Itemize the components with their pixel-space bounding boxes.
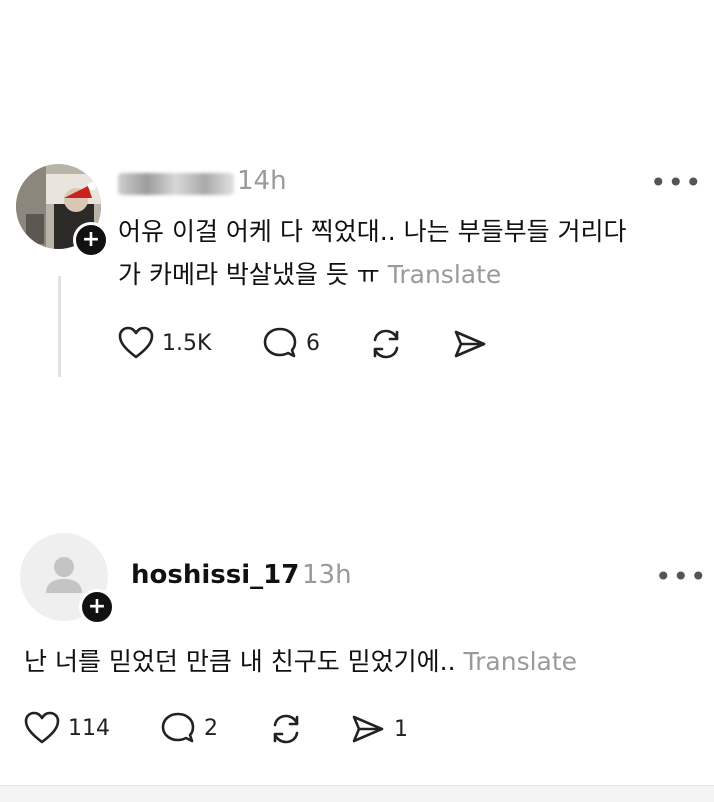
comment-button[interactable]: 6 bbox=[262, 326, 320, 360]
repost-button[interactable] bbox=[368, 326, 404, 362]
more-options-icon[interactable]: ••• bbox=[650, 166, 703, 199]
post-time: 13h bbox=[302, 560, 352, 590]
share-count: 1 bbox=[394, 716, 408, 742]
more-options-icon[interactable]: ••• bbox=[655, 560, 708, 593]
post-text: 난 너를 믿었던 만큼 내 친구도 믿었기에.. Translate bbox=[24, 640, 694, 683]
post-time: 14h bbox=[237, 166, 287, 196]
like-button[interactable]: 1.5K bbox=[118, 326, 211, 360]
comment-count: 6 bbox=[306, 330, 320, 356]
post-text: 어유 이걸 어케 다 찍었대.. 나는 부들부들 거리다 가 카메라 박살냈을 … bbox=[118, 210, 698, 296]
comment-bubble-icon bbox=[263, 327, 297, 358]
share-button[interactable]: 1 bbox=[350, 711, 408, 747]
comment-button[interactable]: 2 bbox=[160, 711, 218, 745]
like-button[interactable]: 114 bbox=[24, 711, 110, 745]
repost-icon bbox=[273, 714, 299, 744]
send-icon bbox=[352, 715, 384, 743]
comment-count: 2 bbox=[204, 715, 218, 741]
username[interactable]: hoshissi_17 bbox=[131, 560, 299, 590]
translate-link[interactable]: Translate bbox=[388, 260, 502, 289]
like-count: 1.5K bbox=[162, 330, 212, 356]
post-text-line-1: 어유 이걸 어케 다 찍었대.. 나는 부들부들 거리다 bbox=[118, 217, 627, 246]
heart-icon bbox=[24, 711, 60, 744]
comment-bubble-icon bbox=[161, 712, 195, 743]
repost-icon bbox=[373, 329, 399, 359]
translate-link[interactable]: Translate bbox=[464, 647, 578, 676]
follow-plus-icon[interactable]: + bbox=[73, 222, 109, 258]
post-text-line-2: 가 카메라 박살냈을 듯 ㅠ bbox=[118, 260, 380, 289]
repost-button[interactable] bbox=[268, 711, 304, 747]
heart-icon bbox=[118, 326, 154, 359]
follow-plus-icon[interactable]: + bbox=[79, 589, 115, 625]
username-blurred[interactable] bbox=[118, 173, 234, 195]
post-text-body: 난 너를 믿었던 만큼 내 친구도 믿었기에.. bbox=[24, 647, 456, 676]
share-button[interactable] bbox=[452, 326, 488, 362]
thread-line bbox=[58, 276, 61, 377]
like-count: 114 bbox=[68, 715, 110, 741]
send-icon bbox=[454, 330, 486, 358]
bottom-bar bbox=[0, 785, 714, 802]
